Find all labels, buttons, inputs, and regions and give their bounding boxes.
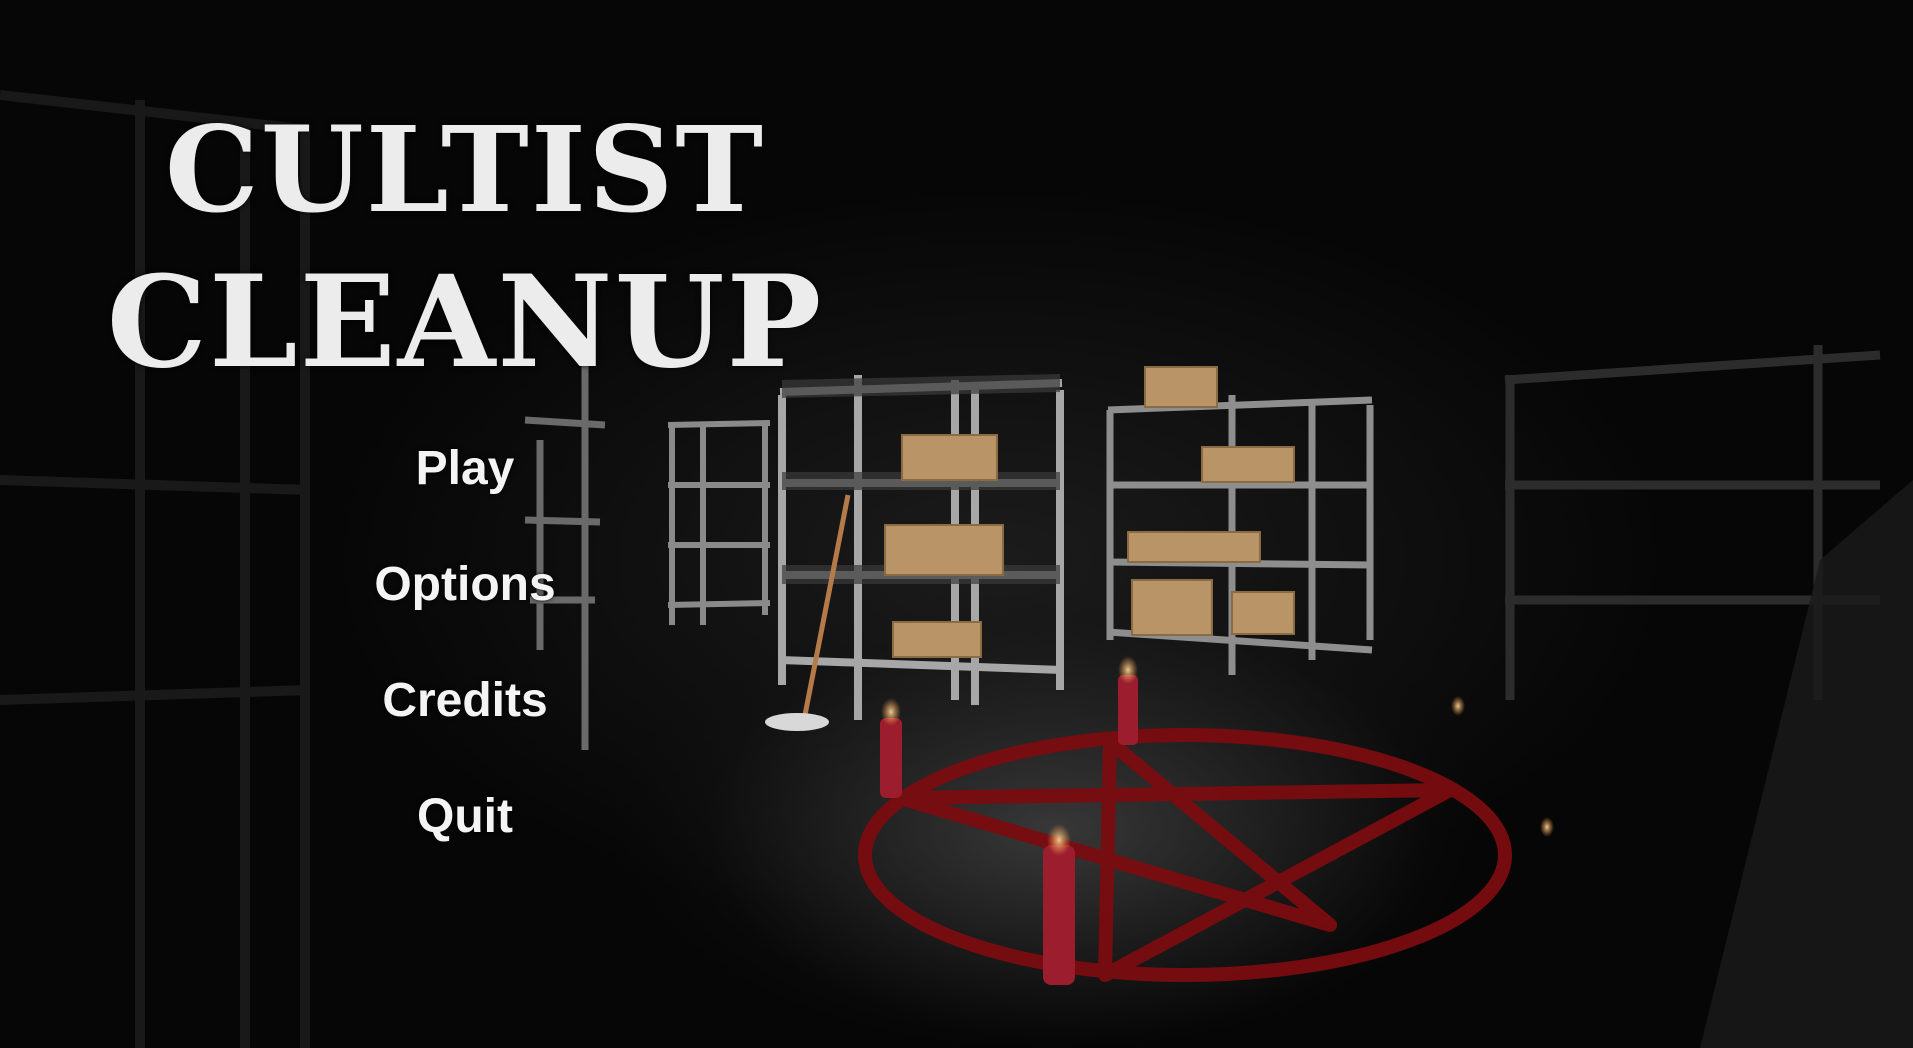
main-menu: Play Options Credits Quit (330, 440, 600, 904)
play-button[interactable]: Play (330, 440, 600, 498)
foreground-shelf-post (1700, 480, 1913, 1048)
game-title-line-1: CULTIST (164, 100, 766, 239)
options-button[interactable]: Options (330, 556, 600, 614)
game-title-line-2: CLEANUP (106, 248, 824, 396)
main-menu-screen: CULTIST CLEANUP Play Options Credits Qui… (0, 0, 1913, 1048)
quit-button[interactable]: Quit (330, 788, 600, 846)
shelf-unit-back-small (667, 420, 771, 625)
credits-button[interactable]: Credits (330, 672, 600, 730)
